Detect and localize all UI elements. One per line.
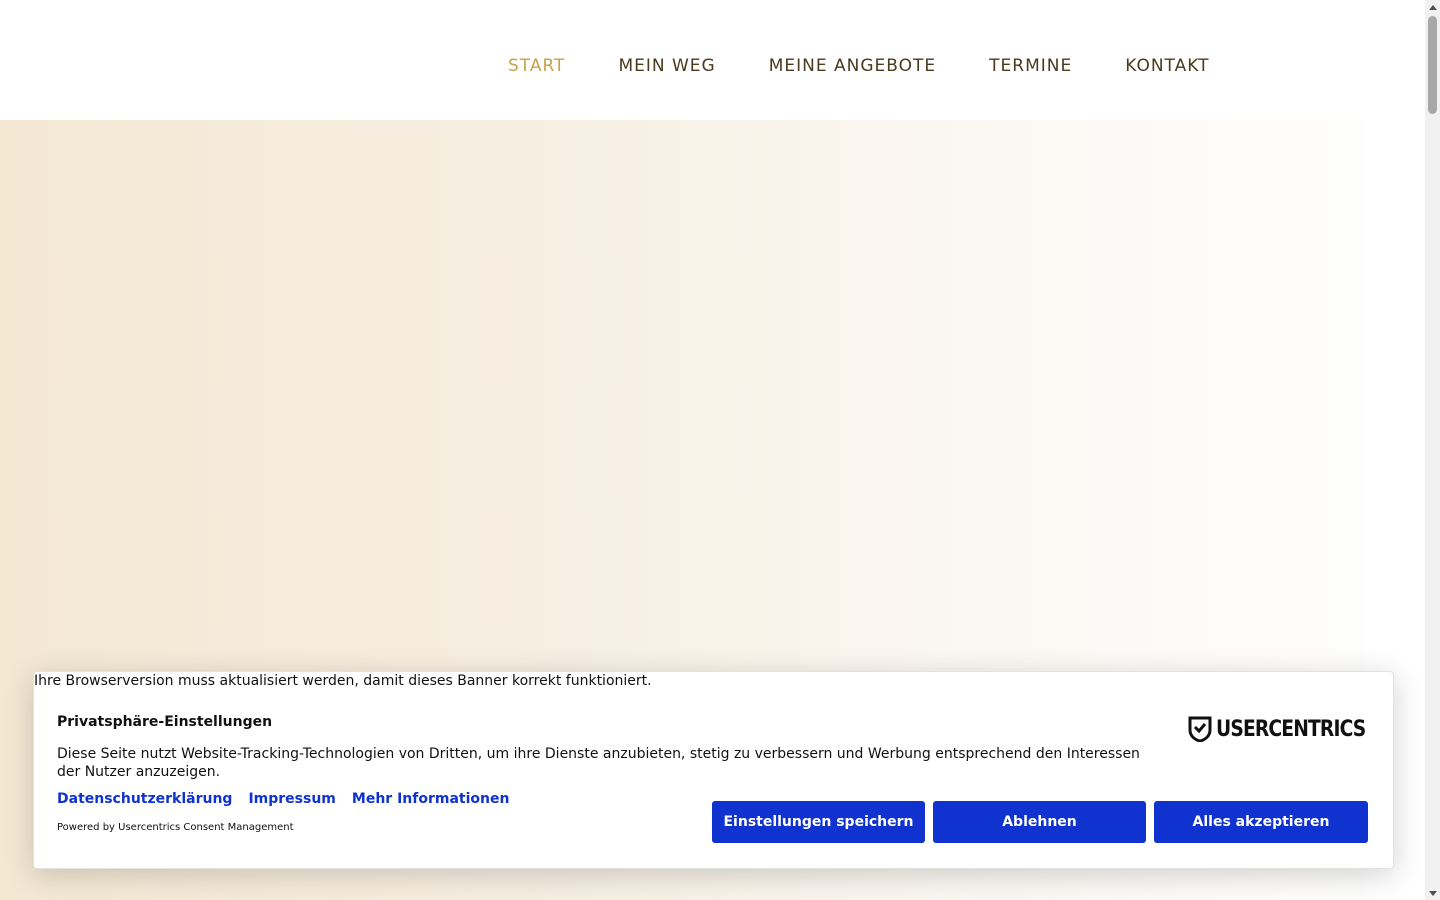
- consent-description: Diese Seite nutzt Website-Tracking-Techn…: [57, 746, 1140, 780]
- deny-button[interactable]: Ablehnen: [933, 801, 1146, 843]
- site-header: START MEIN WEG MEINE ANGEBOTE TERMINE KO…: [0, 0, 1425, 120]
- usercentrics-shield-icon: [1188, 716, 1212, 742]
- usercentrics-logo: USERCENTRICS: [1188, 716, 1370, 742]
- save-settings-button[interactable]: Einstellungen speichern: [712, 801, 925, 843]
- scrollbar-thumb[interactable]: [1428, 16, 1437, 114]
- consent-links: Datenschutzerklärung Impressum Mehr Info…: [57, 791, 509, 807]
- nav-item-meine-angebote[interactable]: MEINE ANGEBOTE: [769, 56, 936, 76]
- nav-item-start[interactable]: START: [508, 56, 565, 76]
- main-navigation: START MEIN WEG MEINE ANGEBOTE TERMINE KO…: [508, 56, 1209, 76]
- browser-update-warning: Ihre Browserversion muss aktualisiert we…: [34, 673, 652, 689]
- privacy-policy-link[interactable]: Datenschutzerklärung: [57, 791, 232, 807]
- vertical-scrollbar[interactable]: [1425, 0, 1440, 900]
- usercentrics-logo-text: USERCENTRICS: [1216, 716, 1366, 742]
- cookie-consent-banner: Ihre Browserversion muss aktualisiert we…: [33, 671, 1394, 869]
- more-information-link[interactable]: Mehr Informationen: [352, 791, 510, 807]
- scroll-up-arrow-icon[interactable]: [1425, 0, 1440, 14]
- powered-by-text: Powered by Usercentrics Consent Manageme…: [57, 822, 294, 833]
- imprint-link[interactable]: Impressum: [248, 791, 335, 807]
- accept-all-button[interactable]: Alles akzeptieren: [1154, 801, 1368, 843]
- nav-item-mein-weg[interactable]: MEIN WEG: [618, 56, 715, 76]
- page: START MEIN WEG MEINE ANGEBOTE TERMINE KO…: [0, 0, 1440, 900]
- nav-item-termine[interactable]: TERMINE: [989, 56, 1072, 76]
- nav-item-kontakt[interactable]: KONTAKT: [1125, 56, 1209, 76]
- consent-title: Privatsphäre-Einstellungen: [57, 714, 273, 730]
- scroll-down-arrow-icon[interactable]: [1425, 886, 1440, 900]
